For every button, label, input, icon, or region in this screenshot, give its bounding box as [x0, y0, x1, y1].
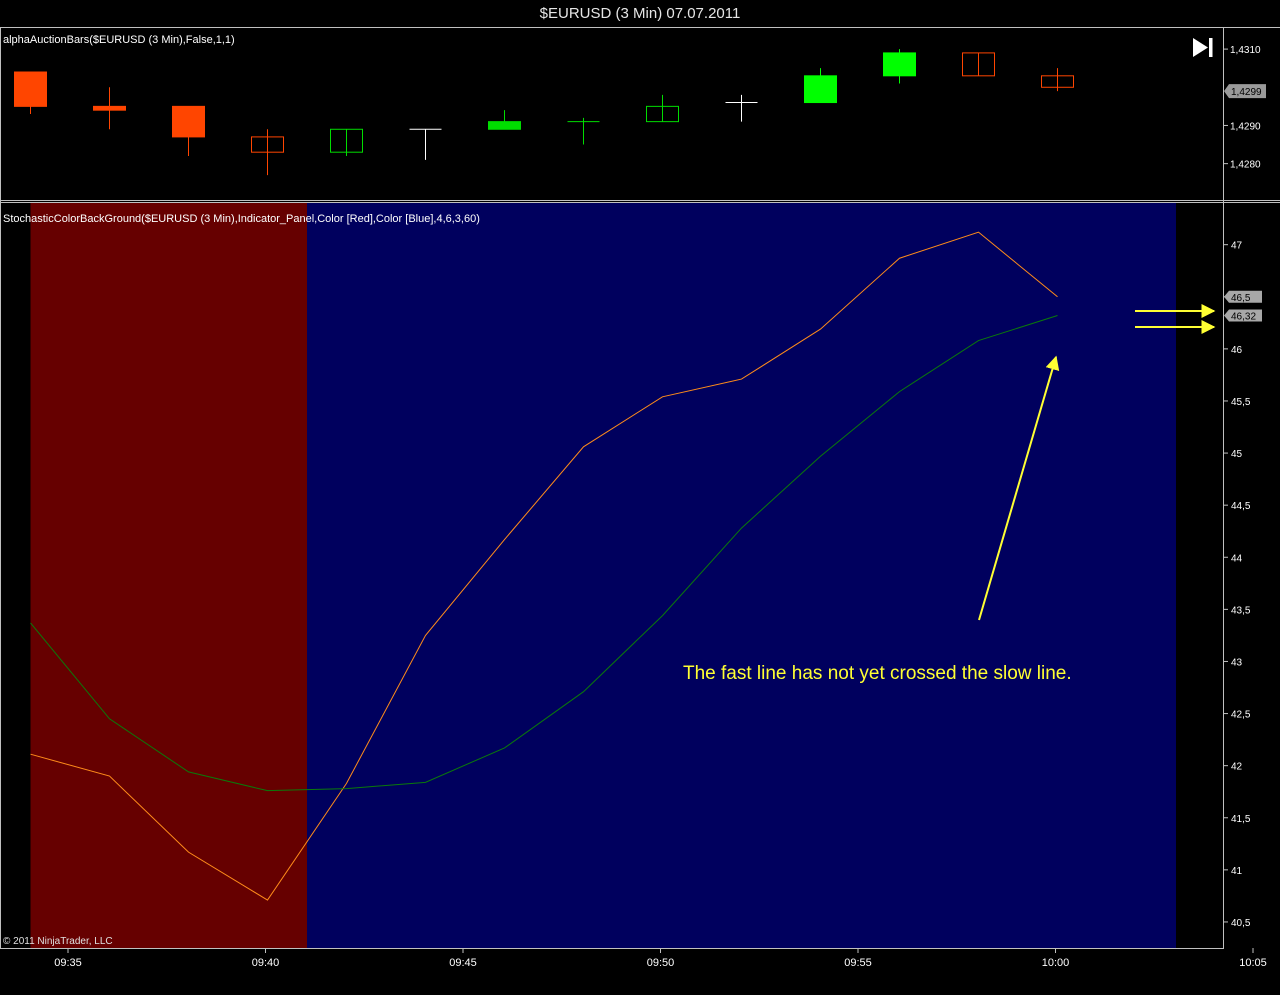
indicator-tick-label: 45,5 — [1231, 397, 1251, 408]
indicator-tick-label: 41 — [1231, 866, 1243, 877]
time-axis: 09:3509:4009:4509:5009:5510:0010:0510:10 — [54, 948, 1267, 969]
time-tick-label: 09:35 — [54, 957, 82, 969]
price-tick-label: 1,4290 — [1230, 121, 1261, 132]
price-axis: 1,4310 1,4290 1,4280 1,4299 — [1223, 45, 1266, 171]
candle — [330, 128, 363, 156]
time-tick-label: 09:50 — [647, 957, 675, 969]
price-panel-title: alphaAuctionBars($EURUSD (3 Min),False,1… — [3, 34, 235, 46]
indicator-tick-label: 46 — [1231, 345, 1243, 356]
candle — [251, 129, 284, 176]
candle — [725, 94, 758, 122]
price-tick-label: 1,4280 — [1230, 160, 1261, 171]
indicator-tick-label: 40,5 — [1231, 918, 1251, 929]
time-tick-label: 09:45 — [449, 957, 477, 969]
svg-text:46,5: 46,5 — [1231, 293, 1251, 304]
candle — [1041, 68, 1074, 92]
copyright-label: © 2011 NinjaTrader, LLC — [3, 936, 113, 947]
indicator-tick-label: 44,5 — [1231, 501, 1251, 512]
indicator-panel: StochasticColorBackGround($EURUSD (3 Min… — [3, 203, 1262, 948]
indicator-tick-label: 43,5 — [1231, 605, 1251, 616]
skip-to-end-icon[interactable] — [1193, 38, 1213, 57]
time-tick-label: 10:05 — [1239, 957, 1267, 969]
candle — [883, 49, 916, 84]
candles — [14, 49, 1074, 176]
background-band — [307, 203, 1176, 948]
candle — [962, 52, 995, 77]
candle — [14, 71, 47, 114]
indicator-tick-label: 44 — [1231, 553, 1243, 564]
value-labels: 46,5 46,32 — [1224, 290, 1262, 323]
value-badge: 46,5 — [1224, 290, 1262, 304]
price-panel: alphaAuctionBars($EURUSD (3 Min),False,1… — [3, 34, 1266, 176]
candle — [172, 105, 205, 156]
candle — [567, 117, 600, 145]
indicator-tick-label: 41,5 — [1231, 814, 1251, 825]
candle — [488, 110, 521, 130]
price-tick-label: 1,4310 — [1230, 45, 1261, 56]
background-band — [30, 203, 307, 948]
indicator-tick-label: 47 — [1231, 241, 1243, 252]
time-tick-label: 09:55 — [844, 957, 872, 969]
indicator-axis: 47 46,5 46 45,5 45 44,5 44 43,5 43 42,5 42 41,5 41 40… — [1223, 241, 1251, 929]
last-price-badge: 1,4299 — [1224, 84, 1266, 99]
candle — [93, 87, 126, 130]
indicator-panel-title: StochasticColorBackGround($EURUSD (3 Min… — [3, 213, 480, 225]
window-title: $EURUSD (3 Min) 07.07.2011 — [539, 5, 741, 22]
annotation-text: The fast line has not yet crossed the sl… — [683, 663, 1072, 684]
indicator-tick-label: 42 — [1231, 762, 1243, 773]
indicator-tick-label: 45 — [1231, 449, 1243, 460]
candle — [646, 94, 679, 123]
svg-text:1,4299: 1,4299 — [1231, 87, 1262, 98]
chart-area: alphaAuctionBars($EURUSD (3 Min),False,1… — [0, 27, 1280, 969]
candle — [804, 68, 837, 104]
candle — [409, 128, 442, 160]
value-badge: 46,32 — [1224, 309, 1262, 323]
indicator-tick-label: 42,5 — [1231, 710, 1251, 721]
time-tick-label: 09:40 — [252, 957, 280, 969]
svg-text:46,32: 46,32 — [1231, 312, 1256, 323]
indicator-tick-label: 43 — [1231, 657, 1243, 668]
time-tick-label: 10:00 — [1042, 957, 1070, 969]
indicator-backgrounds — [30, 203, 1176, 948]
